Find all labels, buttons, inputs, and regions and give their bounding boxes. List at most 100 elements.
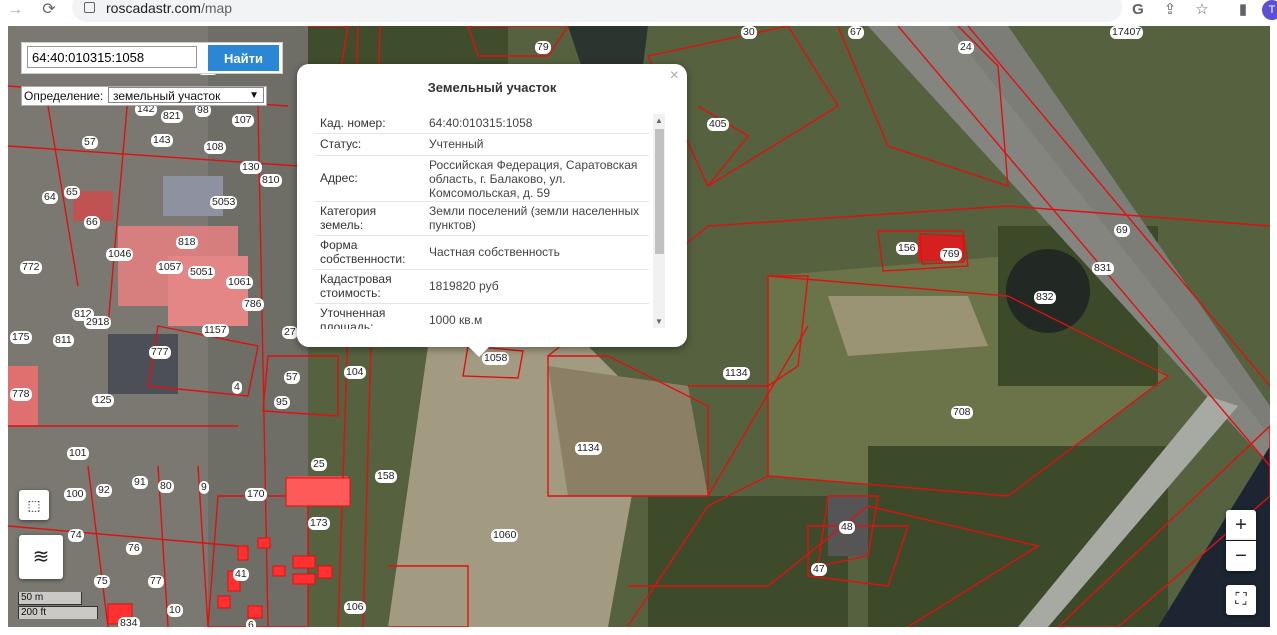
- parcel-number-label: 74: [68, 529, 84, 542]
- scroll-down-icon[interactable]: ▼: [655, 317, 663, 326]
- layers-icon[interactable]: ≋: [19, 535, 63, 579]
- parcel-number-label: 1134: [723, 367, 750, 380]
- url-text: roscadastr.com/map: [106, 0, 233, 16]
- parcel-number-label: 1046: [106, 248, 134, 261]
- parcel-number-label: 108: [204, 141, 226, 154]
- scroll-up-icon[interactable]: ▲: [655, 116, 663, 125]
- parcel-number-label: 173: [308, 517, 330, 530]
- parcel-number-label: 834: [118, 617, 140, 627]
- row-ownership-form: Форма собственности: Частная собственнос…: [315, 236, 649, 270]
- row-status: Статус: Учтенный: [315, 134, 649, 156]
- zoom-in-button[interactable]: +: [1226, 510, 1256, 540]
- parcel-number-label: 143: [151, 134, 173, 147]
- reload-icon[interactable]: ⟳: [38, 0, 60, 20]
- parcel-number-label: 156: [896, 242, 918, 255]
- side-panel-icon[interactable]: ▮: [1233, 0, 1253, 20]
- parcel-number-label: 76: [126, 542, 142, 555]
- print-area-icon[interactable]: ⬚: [19, 490, 49, 520]
- parcel-number-label: 101: [67, 447, 89, 460]
- parcel-number-label: 175: [10, 331, 32, 344]
- google-icon[interactable]: G: [1128, 0, 1148, 20]
- row-area: Уточненная площадь: 1000 кв.м: [315, 304, 649, 329]
- definition-label: Определение:: [24, 89, 104, 103]
- parcel-number-label: 57: [284, 371, 300, 384]
- parcel-number-label: 811: [53, 334, 74, 347]
- parcel-number-label: 769: [940, 248, 962, 261]
- parcel-number-label: 786: [242, 298, 264, 311]
- parcel-number-label: 106: [344, 601, 366, 614]
- row-cadastral-value: Кадастровая стоимость: 1819820 руб: [315, 270, 649, 304]
- parcel-number-label: 4: [232, 381, 242, 394]
- parcel-number-label: 91: [132, 476, 148, 489]
- bookmark-star-icon[interactable]: ☆: [1192, 0, 1212, 20]
- find-button[interactable]: Найти: [208, 45, 279, 71]
- parcel-number-label: 1134: [575, 442, 602, 455]
- chevron-down-icon: ▼: [249, 90, 259, 101]
- scale-imperial: 200 ft: [18, 606, 98, 619]
- parcel-number-label: 772: [20, 261, 42, 274]
- popup-pointer: [469, 347, 489, 357]
- parcel-number-label: 25: [311, 458, 327, 471]
- zoom-out-button[interactable]: −: [1226, 541, 1256, 571]
- parcel-number-label: 831: [1092, 262, 1114, 275]
- parcel-number-label: 1060: [491, 529, 519, 542]
- parcel-number-label: 24: [958, 41, 974, 54]
- cadastral-map[interactable]: 7930672417407181405142821981075714310813…: [8, 26, 1270, 627]
- parcel-number-label: 818: [176, 236, 198, 249]
- search-panel: Найти: [21, 42, 283, 74]
- parcel-number-label: 41: [233, 568, 249, 581]
- parcel-number-label: 48: [839, 521, 855, 534]
- parcel-number-label: 27: [282, 326, 298, 339]
- parcel-number-label: 1157: [202, 324, 229, 337]
- definition-select[interactable]: земельный участок ▼: [108, 87, 264, 103]
- parcel-number-label: 57: [82, 136, 98, 149]
- parcel-number-label: 777: [149, 346, 171, 359]
- parcel-number-label: 30: [741, 26, 757, 39]
- parcel-number-label: 158: [375, 470, 397, 483]
- parcel-number-label: 130: [240, 161, 262, 174]
- definition-selector: Определение: земельный участок ▼: [21, 86, 267, 106]
- parcel-number-label: 125: [92, 394, 114, 407]
- row-cadastral-number: Кад. номер: 64:40:010315:1058: [315, 113, 649, 134]
- parcel-number-label: 47: [811, 563, 827, 576]
- parcel-number-label: 821: [161, 110, 183, 123]
- parcel-number-label: 79: [535, 41, 551, 54]
- parcel-number-label: 170: [245, 488, 267, 501]
- land-plot-popup: × Земельный участок Кад. номер: 64:40:01…: [297, 64, 687, 357]
- parcel-number-label: 104: [344, 366, 366, 379]
- parcel-number-label: 92: [96, 484, 112, 497]
- parcel-number-label: 69: [1114, 224, 1130, 237]
- parcel-number-label: 75: [94, 575, 110, 588]
- parcel-number-label: 778: [10, 388, 32, 401]
- popup-scrollbar[interactable]: ▲ ▼: [653, 114, 665, 328]
- parcel-number-label: 405: [707, 118, 729, 131]
- cadastral-number-input[interactable]: [27, 46, 197, 68]
- parcel-number-label: 17407: [1110, 26, 1144, 39]
- share-icon[interactable]: ⇪: [1160, 0, 1180, 20]
- profile-avatar[interactable]: T: [1262, 0, 1277, 20]
- popup-info-table: Кад. номер: 64:40:010315:1058 Статус: Уч…: [315, 113, 649, 329]
- back-arrow-icon[interactable]: →: [4, 0, 26, 20]
- parcel-number-label: 80: [158, 480, 174, 493]
- parcel-number-label: 810: [260, 174, 282, 187]
- parcel-number-label: 708: [951, 406, 973, 419]
- fullscreen-icon[interactable]: ⛶: [1226, 585, 1256, 615]
- popup-title: Земельный участок: [427, 80, 557, 95]
- parcel-number-label: 95: [274, 396, 290, 409]
- address-bar[interactable]: roscadastr.com/map: [72, 0, 1122, 22]
- row-address: Адрес: Российская Федерация, Саратовская…: [315, 156, 649, 202]
- parcel-number-label: 66: [84, 216, 100, 229]
- parcel-number-label: 100: [64, 488, 86, 501]
- parcel-number-label: 5051: [188, 266, 216, 279]
- scale-bar: 50 m 200 ft: [18, 592, 98, 619]
- scale-metric: 50 m: [18, 592, 82, 605]
- row-land-category: Категория земель: Земли поселений (земли…: [315, 202, 649, 236]
- scrollbar-thumb[interactable]: [655, 129, 664, 254]
- parcel-number-label: 65: [64, 186, 80, 199]
- parcel-number-label: 10: [167, 604, 183, 617]
- parcel-number-label: 67: [848, 26, 864, 39]
- parcel-number-label: 77: [148, 575, 164, 588]
- lock-icon: [84, 2, 95, 13]
- parcel-number-label: 2918: [84, 316, 112, 329]
- parcel-number-label: 832: [1034, 291, 1056, 304]
